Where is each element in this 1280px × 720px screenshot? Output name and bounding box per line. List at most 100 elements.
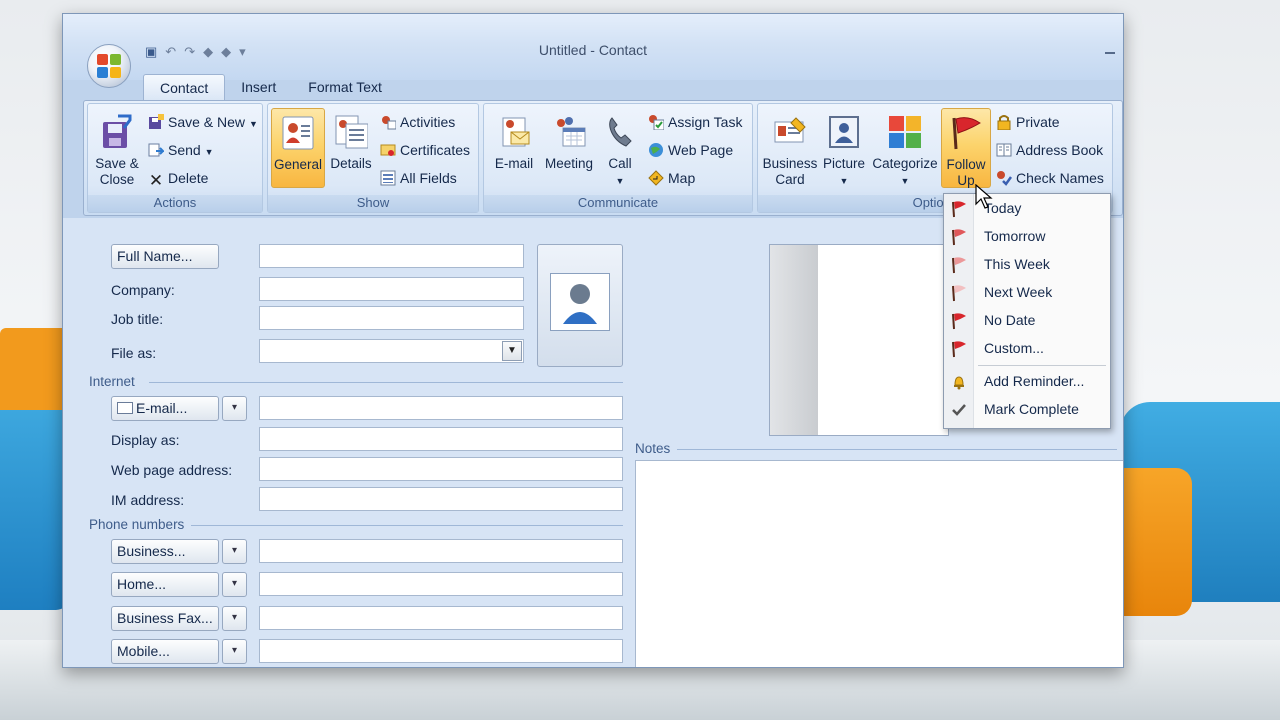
business-card-button[interactable]: Business Card (761, 108, 819, 188)
business-card-image-placeholder (770, 245, 818, 435)
follow-up-menu: Today Tomorrow This Week Next Week No Da… (943, 193, 1111, 429)
business-fax-button[interactable]: Business Fax... (111, 606, 219, 631)
company-label: Company: (111, 282, 175, 298)
group-label-communicate: Communicate (484, 195, 752, 212)
menu-item-this-week[interactable]: This Week (944, 250, 1110, 278)
home-phone-dropdown[interactable]: ▾ (222, 572, 247, 597)
notes-textarea[interactable] (635, 460, 1123, 667)
menu-item-today[interactable]: Today (944, 194, 1110, 222)
mobile-phone-input[interactable] (259, 639, 623, 663)
tab-format-text[interactable]: Format Text (292, 74, 398, 100)
delete-button[interactable]: ✕ Delete (148, 168, 209, 190)
email-button-label: E-mail... (136, 400, 188, 416)
customize-qat-icon[interactable]: ▾ (239, 44, 246, 60)
meeting-button[interactable]: Meeting (540, 108, 598, 188)
save-new-button[interactable]: Save & New ▼ (148, 112, 258, 134)
business-phone-button[interactable]: Business... (111, 539, 219, 564)
categorize-button[interactable]: Categorize ▼ (870, 108, 940, 188)
activities-button[interactable]: Activities (380, 112, 455, 132)
assign-task-button[interactable]: Assign Task (648, 112, 742, 132)
general-button[interactable]: General (271, 108, 325, 188)
activities-label: Activities (400, 114, 456, 130)
home-phone-button[interactable]: Home... (111, 572, 219, 597)
office-button[interactable] (87, 44, 131, 88)
email-label: E-mail (494, 156, 534, 171)
display-as-input[interactable] (259, 427, 623, 451)
menu-item-tomorrow[interactable]: Tomorrow (944, 222, 1110, 250)
web-page-button[interactable]: Web Page (648, 140, 733, 160)
next-item-icon[interactable]: ◆ (221, 44, 231, 60)
picture-button[interactable]: Picture ▼ (820, 108, 868, 188)
background-shape (0, 410, 70, 610)
tab-contact[interactable]: Contact (143, 74, 226, 100)
map-icon (648, 170, 664, 186)
map-button[interactable]: Map (648, 168, 695, 188)
email-type-dropdown[interactable]: ▾ (222, 396, 247, 421)
delete-x-icon: ✕ (148, 171, 164, 190)
phone-section-label: Phone numbers (89, 517, 185, 532)
full-name-input[interactable] (259, 244, 524, 268)
menu-item-custom[interactable]: Custom... (944, 334, 1110, 362)
categorize-icon (889, 116, 921, 148)
minimize-icon[interactable] (1105, 52, 1115, 54)
business-fax-input[interactable] (259, 606, 623, 630)
menu-label: Tomorrow (984, 228, 1046, 244)
business-phone-input[interactable] (259, 539, 623, 563)
file-as-dropdown-icon[interactable]: ▼ (502, 341, 522, 361)
meeting-icon (557, 117, 586, 147)
full-name-button[interactable]: Full Name... (111, 244, 219, 269)
home-phone-input[interactable] (259, 572, 623, 596)
check-names-label: Check Names (1016, 170, 1104, 186)
chevron-down-icon: ▼ (900, 176, 910, 186)
picture-icon (829, 116, 859, 148)
business-phone-dropdown[interactable]: ▾ (222, 539, 247, 564)
save-icon[interactable]: ▣ (145, 44, 157, 60)
phone-icon (609, 117, 632, 147)
redo-icon[interactable]: ↷ (184, 44, 195, 60)
menu-item-next-week[interactable]: Next Week (944, 278, 1110, 306)
bell-icon (954, 376, 964, 390)
previous-item-icon[interactable]: ◆ (203, 44, 213, 60)
chevron-down-icon: ▼ (615, 176, 625, 186)
send-button[interactable]: Send ▼ (148, 140, 214, 162)
contact-picture-frame[interactable] (537, 244, 623, 367)
email-button[interactable]: E-mail (487, 108, 541, 188)
email-input[interactable] (259, 396, 623, 420)
section-divider (149, 382, 623, 383)
business-card-preview (769, 244, 949, 436)
menu-item-add-reminder[interactable]: Add Reminder... (944, 367, 1110, 395)
all-fields-button[interactable]: All Fields (380, 168, 457, 188)
ribbon-tabs: Contact Insert Format Text (143, 74, 398, 100)
business-fax-dropdown[interactable]: ▾ (222, 606, 247, 631)
private-button[interactable]: Private (996, 112, 1060, 132)
contact-window: Untitled - Contact ▣ ↶ ↷ ◆ ◆ ▾ Contact I… (62, 13, 1124, 668)
im-address-input[interactable] (259, 487, 623, 511)
address-book-label: Address Book (1016, 142, 1104, 158)
light-flag-icon (952, 285, 966, 302)
undo-icon[interactable]: ↶ (165, 44, 176, 60)
general-contact-icon (282, 116, 314, 150)
file-as-combo[interactable]: ▼ (259, 339, 524, 363)
follow-up-button[interactable]: Follow Up (941, 108, 991, 188)
address-book-button[interactable]: Address Book (996, 140, 1103, 160)
email-field-button[interactable]: E-mail... (111, 396, 219, 421)
file-as-label: File as: (111, 345, 157, 361)
group-show: General Details Activities Certificates … (267, 103, 479, 213)
menu-item-no-date[interactable]: No Date (944, 306, 1110, 334)
check-names-button[interactable]: Check Names (996, 168, 1104, 188)
activities-icon (382, 116, 396, 130)
mobile-phone-button[interactable]: Mobile... (111, 639, 219, 664)
contact-picture (550, 273, 610, 331)
internet-section-label: Internet (89, 374, 135, 389)
web-page-address-input[interactable] (259, 457, 623, 481)
job-title-input[interactable] (259, 306, 524, 330)
company-input[interactable] (259, 277, 524, 301)
details-button[interactable]: Details (326, 108, 376, 188)
certificates-button[interactable]: Certificates (380, 140, 470, 160)
save-close-button[interactable]: Save & Close (92, 108, 142, 188)
tab-insert[interactable]: Insert (225, 74, 292, 100)
call-button[interactable]: Call ▼ (600, 108, 640, 188)
mobile-phone-dropdown[interactable]: ▾ (222, 639, 247, 664)
menu-item-mark-complete[interactable]: Mark Complete (944, 395, 1110, 423)
picture-label: Picture (822, 156, 866, 171)
